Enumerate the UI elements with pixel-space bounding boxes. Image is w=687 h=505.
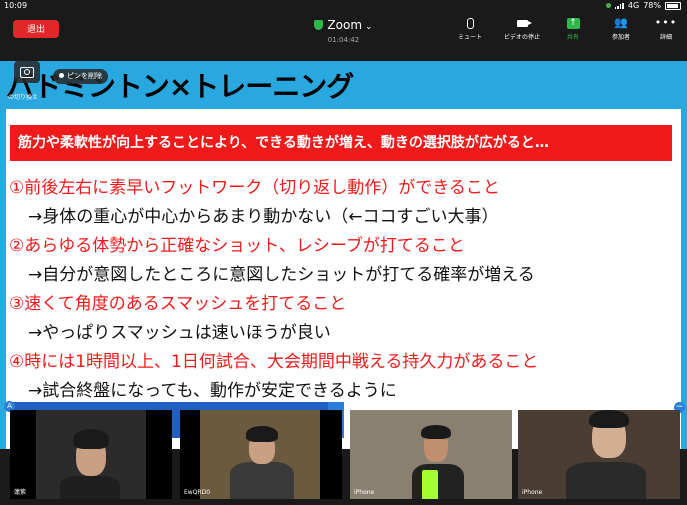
slide-banner: 筋力や柔軟性が向上することにより、できる動きが増え、動きの選択肢が広がると…	[10, 125, 672, 161]
app-name: Zoom	[327, 18, 363, 32]
shared-screen: バドミントン×トレーニング 筋力や柔軟性が向上することにより、できる動きが増え、…	[0, 61, 687, 449]
slide-point-2: ②あらゆる体勢から正確なショット、レシーブが打てること	[9, 236, 465, 256]
network-type: 4G	[627, 1, 640, 10]
slide-sub-2: →自分が意図したところに意図したショットが打てる確率が増える	[28, 265, 535, 285]
participants-icon: 👥	[614, 16, 628, 29]
mute-button[interactable]: ミュート	[450, 16, 490, 41]
more-label: 詳細	[659, 34, 672, 41]
slide-sub-1: →身体の重心が中心からあまり動かない（←ココすごい大事）	[28, 207, 499, 227]
unpin-label: ピンを削除	[67, 72, 102, 80]
video-camera-icon	[516, 19, 532, 27]
stop-video-label: ビデオの停止	[503, 34, 540, 41]
participant-name: iPhone	[354, 489, 375, 496]
share-button[interactable]: ↑ 共有	[553, 16, 593, 41]
participant-video	[518, 410, 680, 499]
slide-point-3: ③速くて角度のあるスマッシュを打てること	[9, 294, 347, 314]
more-dots-icon: •••	[654, 16, 678, 29]
participant-name: EwQRD0	[184, 489, 211, 496]
share-label: 共有	[566, 34, 579, 41]
microphone-icon	[466, 17, 474, 29]
participant-tile[interactable]: 蓮紫	[10, 410, 172, 499]
pin-icon	[59, 73, 64, 78]
chevron-down-icon: ⌄	[365, 22, 373, 32]
participant-video	[350, 410, 512, 499]
switch-camera-label: の切り換え	[8, 94, 39, 101]
participant-tile[interactable]: iPhone	[518, 410, 680, 499]
slide-sub-3: →やっぱりスマッシュは速いほうが良い	[28, 323, 331, 343]
slide-point-1: ①前後左右に素早いフットワーク（切り返し動作）ができること	[9, 178, 500, 198]
participants-label: 参加者	[611, 34, 630, 41]
participant-name: iPhone	[522, 489, 543, 496]
mute-label: ミュート	[457, 34, 482, 41]
participant-video	[10, 410, 172, 499]
participant-video	[180, 410, 342, 499]
battery-icon	[665, 1, 681, 10]
camera-active-dot-icon	[605, 3, 611, 8]
battery-percent: 78%	[643, 1, 661, 10]
status-time: 10:09	[4, 1, 28, 10]
more-button[interactable]: ••• 詳細	[646, 16, 686, 41]
participant-tile[interactable]: iPhone	[350, 410, 512, 499]
signal-icon	[614, 2, 624, 9]
switch-camera-icon[interactable]	[14, 61, 40, 83]
participant-tile[interactable]: EwQRD0	[180, 410, 342, 499]
unpin-button[interactable]: ピンを削除	[53, 69, 108, 84]
participant-name: 蓮紫	[14, 489, 27, 496]
slide-point-4: ④時には1時間以上、1日何試合、大会期間中戦える持久力があること	[9, 352, 539, 372]
slide-sub-4: →試合終盤になっても、動作が安定できるように	[28, 381, 397, 401]
shield-check-icon	[314, 20, 324, 30]
status-bar: 10:09 4G 78%	[0, 0, 687, 12]
meeting-toolbar: 退出 Zoom ⌄ 01:04:42 ミュート ビデオの停止 ↑ 共有 👥 参加者…	[0, 12, 687, 46]
participants-button[interactable]: 👥 参加者	[601, 16, 641, 41]
stop-video-button[interactable]: ビデオの停止	[502, 16, 542, 41]
participant-strip: 蓮紫 EwQRD0 iPhone iPhone	[0, 410, 687, 505]
share-arrow-icon: ↑	[566, 17, 580, 29]
